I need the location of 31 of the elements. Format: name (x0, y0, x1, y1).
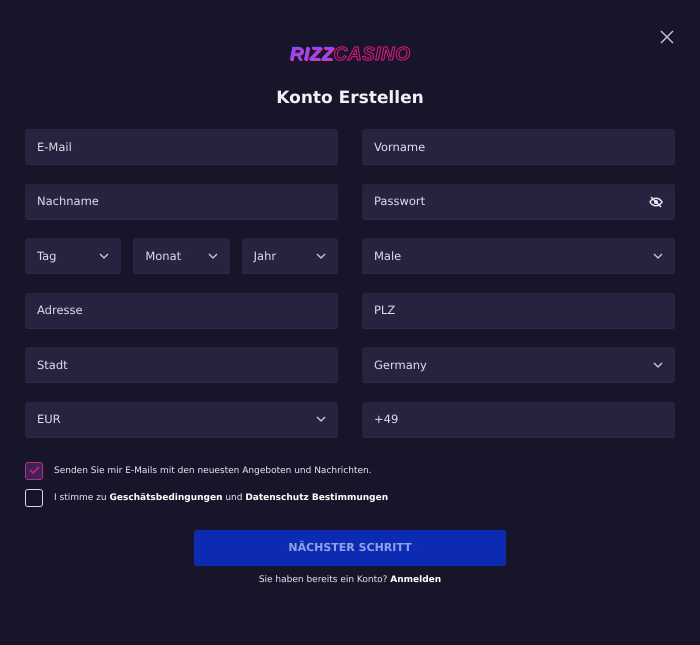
next-step-button[interactable]: NÄCHSTER SCHRITT (194, 530, 506, 566)
text-field[interactable]: PLZ (362, 292, 675, 328)
dropdown[interactable]: Tag (25, 238, 122, 274)
dropdown[interactable]: Germany (362, 347, 675, 383)
chevron-down-icon (316, 416, 326, 422)
chevron-down-icon (653, 362, 663, 368)
chevron-down-icon (208, 252, 218, 258)
login-prompt: Sie haben bereits ein Konto? (258, 574, 388, 584)
chevron-down-icon (99, 252, 110, 258)
chevron-down-icon (653, 252, 663, 258)
consent-label: Senden Sie mir E-Mails mit den neuesten Angeboten und Nachrichten. (54, 466, 372, 476)
form-title: Konto Erstellen (276, 88, 424, 108)
text-field[interactable]: Nachname (25, 184, 338, 220)
dropdown[interactable]: Male (362, 238, 675, 274)
checkmark-icon (28, 466, 40, 475)
dropdown[interactable]: Jahr (242, 238, 338, 274)
chevron-down-icon (316, 252, 326, 258)
hide-password-icon[interactable] (649, 196, 663, 208)
dropdown[interactable]: Monat (133, 238, 230, 274)
consent-label: I stimme zu Geschätsbedingungen und Datenschutz Bestimmungen (54, 492, 388, 502)
logo: RIZZCASINO (289, 44, 411, 66)
dropdown[interactable]: EUR (25, 402, 338, 438)
text-field[interactable]: Stadt (25, 347, 338, 383)
close-icon[interactable] (660, 30, 674, 44)
text-field[interactable]: +49 (362, 402, 675, 438)
checkbox[interactable] (25, 462, 43, 480)
text-field[interactable]: E-Mail (25, 129, 338, 165)
login-link[interactable]: Anmelden (390, 574, 442, 584)
password-field[interactable]: Passwort (362, 184, 675, 220)
text-field[interactable]: Adresse (25, 292, 338, 328)
text-field[interactable]: Vorname (362, 129, 675, 165)
